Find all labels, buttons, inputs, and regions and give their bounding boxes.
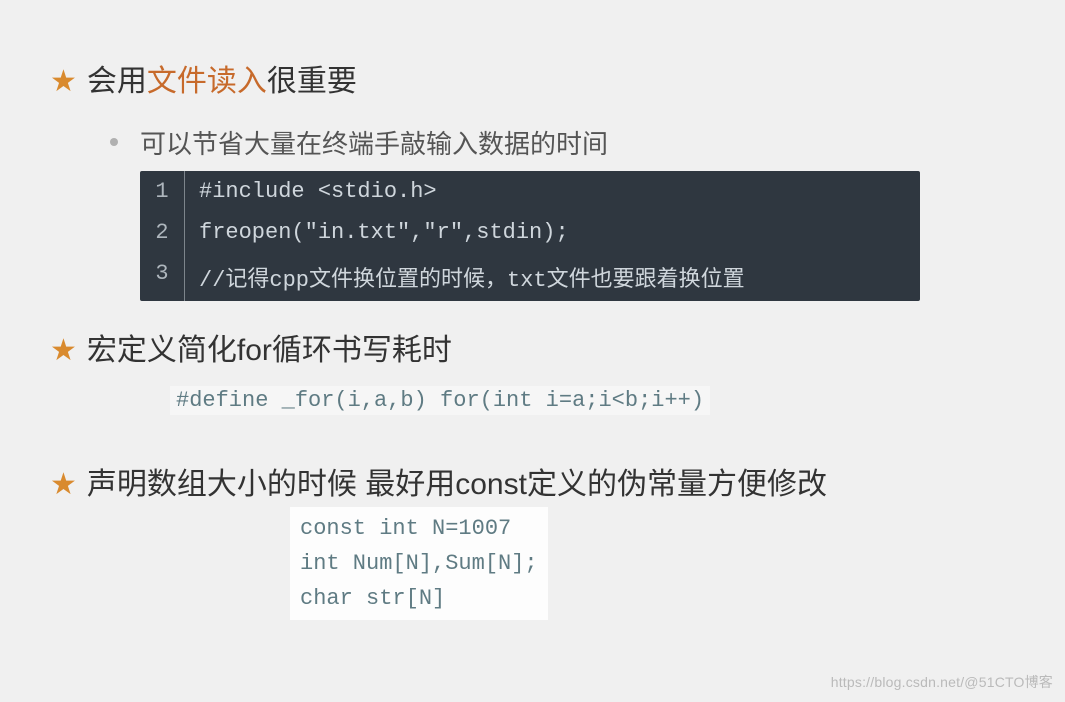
star-icon: ★ <box>50 329 77 373</box>
topic1-bullet-text: 可以节省大量在终端手敲输入数据的时间 <box>140 124 608 161</box>
slide-content: ★ 会用文件读入很重要 可以节省大量在终端手敲输入数据的时间 1 #includ… <box>0 0 1065 664</box>
topic-const-array: ★ 声明数组大小的时候 最好用const定义的伪常量方便修改 const int… <box>50 463 1015 620</box>
topic1-title: 会用文件读入很重要 <box>87 60 1015 104</box>
code-const-array: const int N=1007 int Num[N],Sum[N]; char… <box>290 507 548 621</box>
line-number-1: 1 <box>140 171 185 212</box>
code-line-1: #include <stdio.h> <box>185 171 451 212</box>
topic2-title: 宏定义简化for循环书写耗时 <box>87 329 1015 373</box>
topic1-title-pre: 会用 <box>87 65 147 98</box>
watermark-text: https://blog.csdn.net/@51CTO博客 <box>831 672 1053 692</box>
code-define-for: #define _for(i,a,b) for(int i=a;i<b;i++) <box>170 386 710 415</box>
line-number-2: 2 <box>140 212 185 253</box>
code-block-freopen: 1 #include <stdio.h> 2 freopen("in.txt",… <box>140 171 920 301</box>
code-line-3: //记得cpp文件换位置的时候，txt文件也要跟着换位置 <box>185 253 759 301</box>
topic1-bullet-row: 可以节省大量在终端手敲输入数据的时间 <box>110 124 1015 161</box>
topic3-header: ★ 声明数组大小的时候 最好用const定义的伪常量方便修改 <box>50 463 1015 507</box>
bullet-dot-icon <box>110 138 118 146</box>
star-icon: ★ <box>50 60 77 104</box>
topic3-title: 声明数组大小的时候 最好用const定义的伪常量方便修改 <box>87 463 1015 507</box>
topic-file-input: ★ 会用文件读入很重要 可以节省大量在终端手敲输入数据的时间 1 #includ… <box>50 60 1015 301</box>
star-icon: ★ <box>50 463 77 507</box>
line-number-3: 3 <box>140 253 185 301</box>
topic1-title-highlight: 文件读入 <box>147 65 267 98</box>
topic1-title-post: 很重要 <box>267 65 357 98</box>
topic2-header: ★ 宏定义简化for循环书写耗时 <box>50 329 1015 373</box>
code-row-2: 2 freopen("in.txt","r",stdin); <box>140 212 920 253</box>
code-row-3: 3 //记得cpp文件换位置的时候，txt文件也要跟着换位置 <box>140 253 920 301</box>
topic-define-for: ★ 宏定义简化for循环书写耗时 #define _for(i,a,b) for… <box>50 329 1015 440</box>
code-row-1: 1 #include <stdio.h> <box>140 171 920 212</box>
topic1-header: ★ 会用文件读入很重要 <box>50 60 1015 104</box>
code-line-2: freopen("in.txt","r",stdin); <box>185 212 583 253</box>
